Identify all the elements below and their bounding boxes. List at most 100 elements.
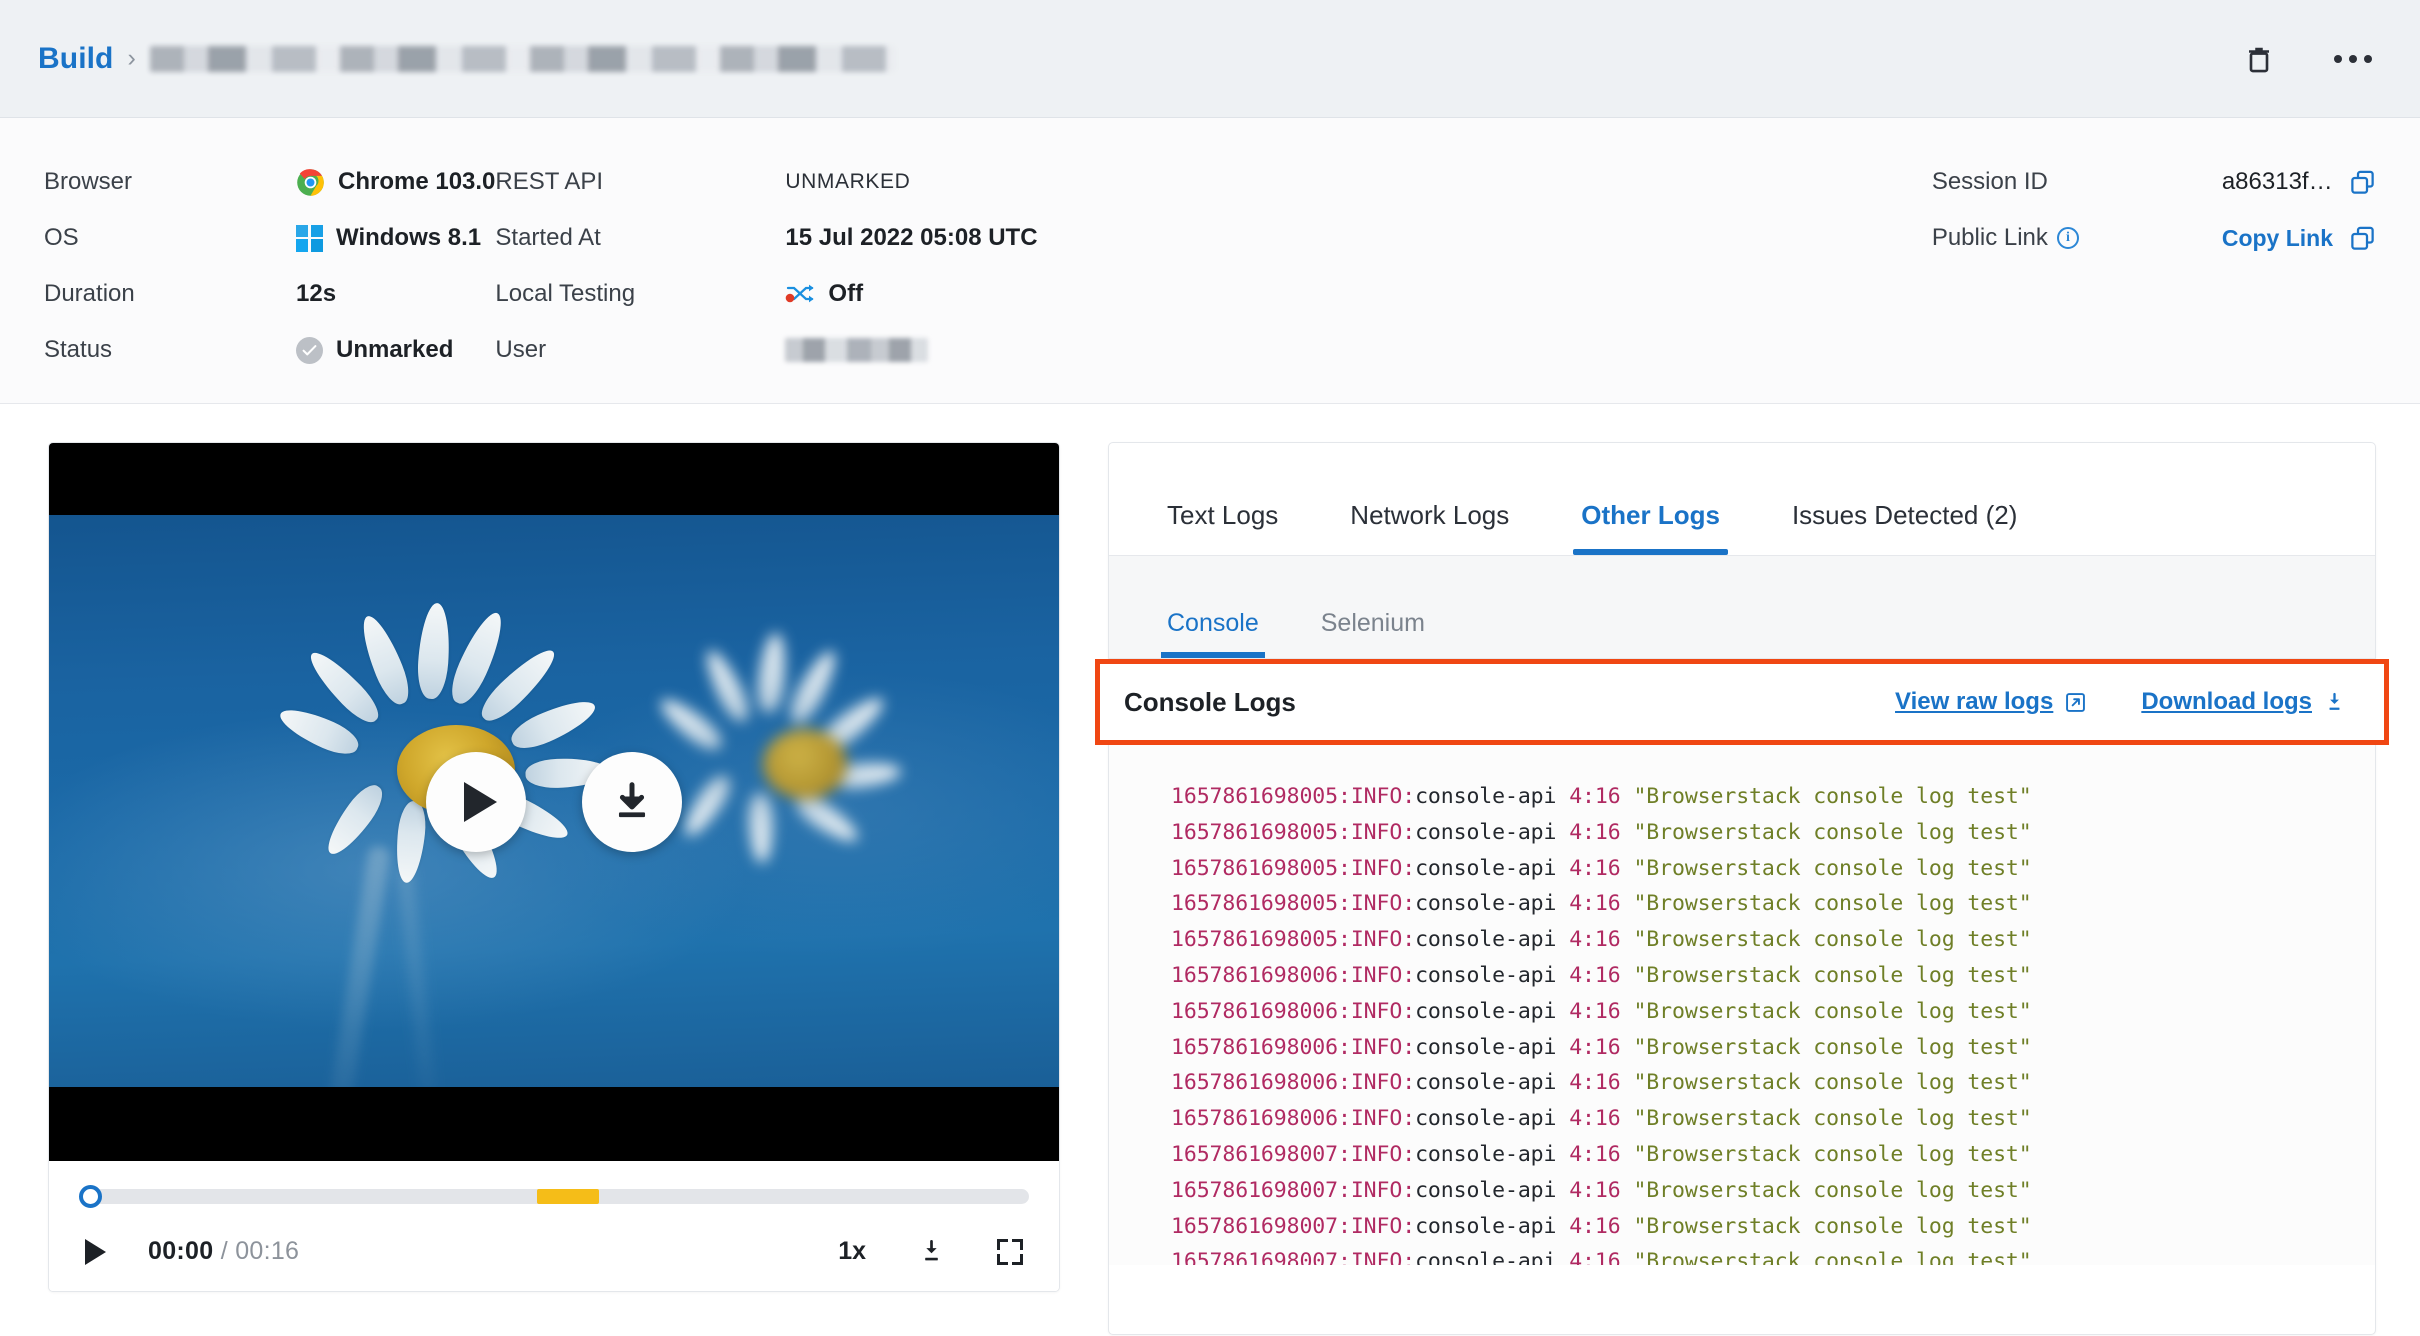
total-time: 00:16 [235, 1237, 300, 1265]
meta-value-duration: 12s [296, 280, 337, 307]
meta-label-browser: Browser [44, 168, 133, 195]
video-download-button[interactable] [918, 1238, 945, 1265]
log-level: :INFO: [1337, 784, 1416, 809]
log-level: :INFO: [1337, 998, 1416, 1024]
session-id-value: a86313f… [2221, 168, 2333, 195]
meta-value-status: Unmarked [296, 336, 453, 364]
log-line: 1657861698005:INFO:console-api 4:16 "Bro… [1171, 922, 2375, 958]
log-level: :INFO: [1337, 1106, 1416, 1132]
copy-public-link-icon-button[interactable] [2349, 225, 2376, 252]
log-message: "Browserstack console log test" [1620, 962, 2032, 988]
windows-icon [296, 224, 323, 252]
meta-column-middle: REST API UNMARKED Started At 15 Jul 2022… [495, 154, 1037, 403]
log-line: 1657861698007:INFO:console-api 4:16 "Bro… [1171, 1209, 2375, 1245]
log-timestamp: 1657861698006 [1171, 998, 1338, 1024]
log-position: 4:16 [1569, 927, 1621, 953]
meta-row-status: Status Unmarked [44, 322, 495, 378]
video-play-overlay-button[interactable] [426, 752, 526, 852]
view-raw-logs-link[interactable]: View raw logs [1895, 688, 2087, 716]
meta-value-started-at: 15 Jul 2022 05:08 UTC [785, 224, 1038, 251]
tab-issues-detected[interactable]: Issues Detected (2) [1792, 500, 2017, 555]
download-icon [2329, 692, 2340, 710]
tab-network-logs[interactable]: Network Logs [1350, 500, 1509, 555]
log-timestamp: 1657861698006 [1171, 1106, 1338, 1132]
local-testing-icon [786, 284, 815, 303]
video-download-overlay-button[interactable] [582, 752, 682, 852]
log-message: "Browserstack console log test" [1620, 1141, 2032, 1167]
log-position: 4:16 [1569, 1177, 1621, 1203]
log-level: :INFO: [1337, 819, 1416, 845]
subtab-selenium[interactable]: Selenium [1321, 609, 1425, 658]
log-source: console-api [1415, 962, 1570, 988]
copy-link-button[interactable]: Copy Link [2222, 225, 2333, 252]
log-line: 1657861698006:INFO:console-api 4:16 "Bro… [1171, 958, 2375, 994]
log-message: "Browserstack console log test" [1620, 1106, 2032, 1132]
meta-value-local-testing: Off [785, 280, 863, 308]
video-player[interactable] [49, 443, 1059, 1161]
meta-value-os: Windows 8.1 [296, 224, 481, 252]
playback-speed-button[interactable]: 1x [838, 1237, 866, 1266]
log-source: console-api [1415, 1106, 1570, 1132]
log-line: 1657861698005:INFO:console-api 4:16 "Bro… [1171, 815, 2375, 851]
subtab-console[interactable]: Console [1161, 609, 1265, 658]
log-timestamp: 1657861698007 [1171, 1177, 1338, 1203]
log-level: :INFO: [1337, 1070, 1416, 1096]
log-position: 4:16 [1569, 891, 1621, 917]
log-source: console-api [1415, 1177, 1570, 1203]
video-controls: 00:00 / 00:16 1x [49, 1161, 1059, 1291]
download-icon [618, 782, 646, 818]
session-body: 00:00 / 00:16 1x Text Logs Network Logs … [0, 404, 2420, 1335]
seek-bar[interactable] [79, 1161, 1029, 1208]
play-button[interactable] [85, 1238, 106, 1265]
meta-column-left: Browser Chrome 103.0 OS Windows 8.1 Dura… [44, 154, 495, 403]
info-icon[interactable]: i [2056, 227, 2079, 249]
meta-label-user: User [495, 336, 547, 363]
meta-value-rest-api: UNMARKED [785, 170, 911, 193]
log-position: 4:16 [1569, 819, 1621, 845]
public-link-label-text: Public Link [1931, 224, 2048, 251]
download-logs-label: Download logs [2141, 688, 2312, 715]
console-logs-actions: View raw logs Download logs [1895, 688, 2346, 716]
tab-other-logs[interactable]: Other Logs [1573, 500, 1728, 555]
video-overlay-controls [49, 443, 1059, 1161]
more-options-button[interactable] [2334, 54, 2372, 63]
copy-session-id-button[interactable] [2349, 169, 2376, 196]
log-message: "Browserstack console log test" [1620, 927, 2032, 953]
breadcrumb-build-link[interactable]: Build [38, 42, 114, 76]
log-source: console-api [1415, 891, 1570, 917]
delete-session-button[interactable] [2244, 43, 2274, 75]
log-level: :INFO: [1337, 1249, 1416, 1265]
log-source: console-api [1415, 1070, 1570, 1096]
playback-controls-right: 1x [838, 1237, 1023, 1266]
log-line: 1657861698005:INFO:console-api 4:16 "Bro… [1171, 779, 2375, 815]
fullscreen-button[interactable] [997, 1238, 1023, 1265]
log-source: console-api [1415, 1141, 1570, 1167]
session-meta: Browser Chrome 103.0 OS Windows 8.1 Dura… [0, 118, 2420, 404]
log-level: :INFO: [1337, 927, 1416, 953]
logs-tab-bar: Text Logs Network Logs Other Logs Issues… [1109, 443, 2375, 555]
log-level: :INFO: [1337, 1034, 1416, 1060]
download-logs-link[interactable]: Download logs [2141, 688, 2346, 716]
log-line: 1657861698007:INFO:console-api 4:16 "Bro… [1171, 1173, 2375, 1209]
log-position: 4:16 [1569, 784, 1621, 809]
tab-text-logs[interactable]: Text Logs [1167, 500, 1278, 555]
meta-row-user: User [495, 322, 1037, 378]
seek-handle[interactable] [79, 1185, 102, 1208]
meta-row-browser: Browser Chrome 103.0 [44, 154, 495, 210]
meta-row-session-id: Session ID a86313f… [1932, 154, 2376, 210]
current-time: 00:00 [148, 1237, 214, 1265]
log-timestamp: 1657861698005 [1171, 855, 1338, 881]
log-source: console-api [1415, 819, 1570, 845]
meta-label-public-link: Public Link i [1932, 224, 2222, 252]
console-logs-output[interactable]: 1657861698005:INFO:console-api 4:16 "Bro… [1109, 745, 2375, 1265]
seek-track[interactable] [92, 1189, 1029, 1204]
console-logs-header: Console Logs View raw logs Download logs [1095, 659, 2389, 745]
log-timestamp: 1657861698005 [1171, 784, 1338, 809]
log-source: console-api [1415, 1034, 1570, 1060]
log-line-container: 1657861698005:INFO:console-api 4:16 "Bro… [1171, 779, 2375, 1265]
log-message: "Browserstack console log test" [1620, 891, 2032, 917]
meta-text-browser: Chrome 103.0 [338, 168, 496, 195]
log-level: :INFO: [1337, 1141, 1416, 1167]
log-level: :INFO: [1337, 855, 1416, 881]
log-timestamp: 1657861698006 [1171, 962, 1338, 988]
